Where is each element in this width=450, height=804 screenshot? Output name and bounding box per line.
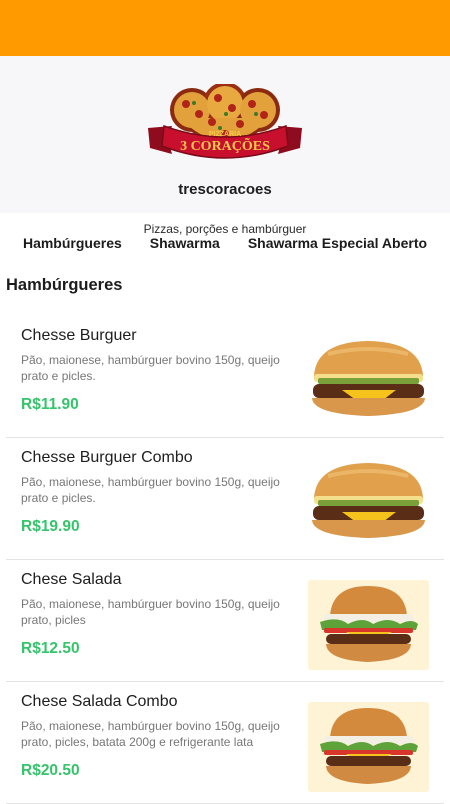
item-name: Chesse Burguer bbox=[21, 327, 137, 344]
store-logo: PIZZARIA 3 CORAÇÕES bbox=[148, 84, 302, 159]
salad-burger-icon bbox=[308, 702, 429, 792]
tab-shawarma[interactable]: Shawarma bbox=[150, 235, 220, 251]
salad-burger-icon bbox=[308, 580, 429, 670]
item-info: Chesse Burguer Combo Pão, maionese, hamb… bbox=[21, 448, 289, 506]
item-info: Chesse Burguer Pão, maionese, hambúrguer… bbox=[21, 326, 289, 384]
item-description: Pão, maionese, hambúrguer bovino 150g, q… bbox=[21, 597, 280, 627]
item-info: Chese Salada Combo Pão, maionese, hambúr… bbox=[21, 692, 289, 750]
svg-text:PIZZARIA: PIZZARIA bbox=[209, 131, 241, 138]
tab-shawarma-especial-aberto[interactable]: Shawarma Especial Aberto bbox=[248, 235, 427, 251]
list-item[interactable]: Chese Salada Combo Pão, maionese, hambúr… bbox=[6, 682, 444, 804]
item-description: Pão, maionese, hambúrguer bovino 150g, q… bbox=[21, 719, 280, 749]
item-name: Chese Salada bbox=[21, 571, 122, 588]
cheeseburger-icon bbox=[312, 463, 425, 538]
list-item[interactable]: Chesse Burguer Combo Pão, maionese, hamb… bbox=[6, 438, 444, 560]
item-description: Pão, maionese, hambúrguer bovino 150g, q… bbox=[21, 353, 280, 383]
svg-text:3 CORAÇÕES: 3 CORAÇÕES bbox=[180, 136, 270, 154]
item-info: Chese Salada Pão, maionese, hambúrguer b… bbox=[21, 570, 289, 628]
item-price: R$11.90 bbox=[21, 396, 79, 413]
item-price: R$19.90 bbox=[21, 518, 80, 535]
item-description: Pão, maionese, hambúrguer bovino 150g, q… bbox=[21, 475, 280, 505]
top-bar bbox=[0, 0, 450, 56]
list-item[interactable]: Chesse Burguer Pão, maionese, hambúrguer… bbox=[6, 316, 444, 438]
category-tabs: Hambúrgueres Shawarma Shawarma Especial … bbox=[0, 226, 450, 260]
item-price: R$20.50 bbox=[21, 762, 80, 779]
section-title: Hambúrgueres bbox=[6, 276, 123, 294]
product-list: Chesse Burguer Pão, maionese, hambúrguer… bbox=[6, 316, 444, 804]
store-name: trescoracoes bbox=[178, 181, 272, 198]
item-name: Chese Salada Combo bbox=[21, 693, 178, 710]
item-price: R$12.50 bbox=[21, 640, 80, 657]
list-item[interactable]: Chese Salada Pão, maionese, hambúrguer b… bbox=[6, 560, 444, 682]
cheeseburger-icon bbox=[312, 341, 425, 416]
tab-hamburgueres[interactable]: Hambúrgueres bbox=[23, 235, 122, 251]
item-name: Chesse Burguer Combo bbox=[21, 449, 193, 466]
store-header: PIZZARIA 3 CORAÇÕES trescoracoes Pizzas,… bbox=[0, 56, 450, 236]
